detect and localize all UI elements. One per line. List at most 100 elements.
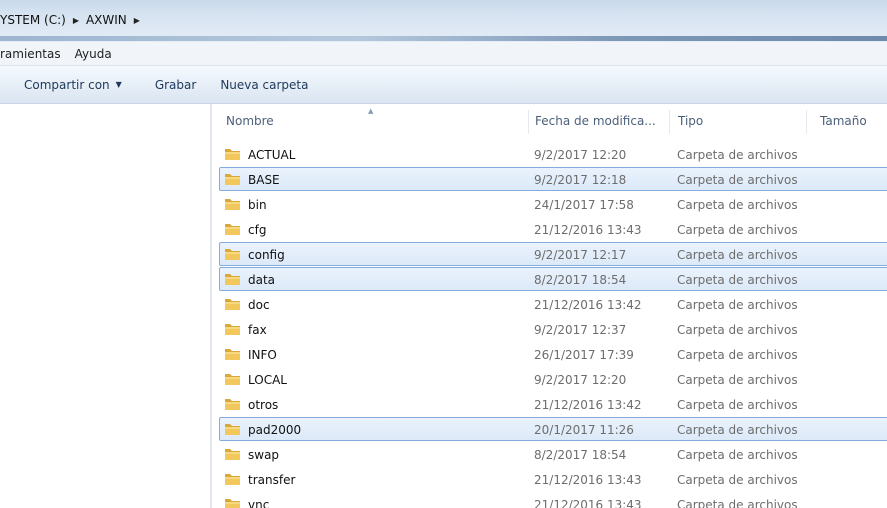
file-row[interactable]: INFO 26/1/2017 17:39 Carpeta de archivos	[219, 342, 887, 366]
folder-icon	[224, 472, 241, 486]
file-name: otros	[248, 398, 279, 412]
folder-icon	[224, 447, 241, 461]
folder-icon	[224, 297, 241, 311]
burn-button[interactable]: Grabar	[155, 78, 197, 92]
file-date: 9/2/2017 12:17	[534, 248, 627, 262]
breadcrumb-chevron-icon[interactable]: ▶	[134, 16, 140, 25]
column-header-date[interactable]: Fecha de modifica...	[535, 114, 656, 128]
file-type: Carpeta de archivos	[677, 348, 798, 362]
file-row[interactable]: swap 8/2/2017 18:54 Carpeta de archivos	[219, 442, 887, 466]
file-row[interactable]: config 9/2/2017 12:17 Carpeta de archivos	[219, 242, 887, 266]
share-with-label: Compartir con	[24, 77, 110, 92]
file-row[interactable]: LOCAL 9/2/2017 12:20 Carpeta de archivos	[219, 367, 887, 391]
file-name: swap	[248, 448, 280, 462]
breadcrumb-chevron-icon[interactable]: ▶	[73, 16, 79, 25]
chevron-down-icon: ▼	[115, 80, 122, 89]
file-date: 9/2/2017 12:20	[534, 148, 627, 162]
file-date: 8/2/2017 18:54	[534, 273, 627, 287]
file-name: pad2000	[248, 423, 302, 437]
file-name: cfg	[248, 223, 267, 237]
file-type: Carpeta de archivos	[677, 148, 798, 162]
file-type: Carpeta de archivos	[677, 498, 798, 508]
file-date: 20/1/2017 11:26	[534, 423, 634, 437]
folder-icon	[224, 172, 241, 186]
file-date: 21/12/2016 13:43	[534, 473, 642, 487]
file-type: Carpeta de archivos	[677, 373, 798, 387]
sort-ascending-icon: ▲	[368, 107, 374, 115]
folder-icon	[224, 347, 241, 361]
file-date: 9/2/2017 12:37	[534, 323, 627, 337]
file-row[interactable]: doc 21/12/2016 13:42 Carpeta de archivos	[219, 292, 887, 316]
file-name: config	[248, 248, 285, 262]
file-row[interactable]: bin 24/1/2017 17:58 Carpeta de archivos	[219, 192, 887, 216]
file-name: transfer	[248, 473, 296, 487]
file-name: fax	[248, 323, 267, 337]
menu-bar: ramientas Ayuda	[0, 42, 887, 66]
file-type: Carpeta de archivos	[677, 423, 798, 437]
folder-icon	[224, 272, 241, 286]
file-row[interactable]: otros 21/12/2016 13:42 Carpeta de archivos	[219, 392, 887, 416]
column-header-type[interactable]: Tipo	[678, 114, 703, 128]
file-date: 24/1/2017 17:58	[534, 198, 634, 212]
file-type: Carpeta de archivos	[677, 223, 798, 237]
address-bar: YSTEM (C:) ▶ AXWIN ▶	[0, 0, 887, 42]
breadcrumb: YSTEM (C:) ▶ AXWIN ▶	[0, 10, 147, 30]
column-headers: ▲ Nombre Fecha de modifica... Tipo Tamañ…	[212, 104, 887, 138]
file-date: 21/12/2016 13:43	[534, 223, 642, 237]
breadcrumb-item-axwin[interactable]: AXWIN	[86, 13, 127, 27]
file-type: Carpeta de archivos	[677, 248, 798, 262]
file-row[interactable]: transfer 21/12/2016 13:43 Carpeta de archi…	[219, 467, 887, 491]
file-type: Carpeta de archivos	[677, 298, 798, 312]
column-header-name[interactable]: Nombre	[226, 114, 274, 128]
file-date: 26/1/2017 17:39	[534, 348, 634, 362]
file-row[interactable]: cfg 21/12/2016 13:43 Carpeta de archivos	[219, 217, 887, 241]
file-name: LOCAL	[248, 373, 287, 387]
file-type: Carpeta de archivos	[677, 448, 798, 462]
column-divider[interactable]	[528, 110, 529, 134]
file-type: Carpeta de archivos	[677, 173, 798, 187]
file-name: bin	[248, 198, 267, 212]
breadcrumb-item-system-drive[interactable]: YSTEM (C:)	[0, 13, 66, 27]
file-date: 21/12/2016 13:42	[534, 298, 642, 312]
file-type: Carpeta de archivos	[677, 473, 798, 487]
file-type: Carpeta de archivos	[677, 323, 798, 337]
file-row[interactable]: BASE 9/2/2017 12:18 Carpeta de archivos	[219, 167, 887, 191]
file-date: 9/2/2017 12:18	[534, 173, 627, 187]
file-date: 21/12/2016 13:43	[534, 498, 642, 508]
folder-icon	[224, 197, 241, 211]
share-with-button[interactable]: Compartir con ▼	[24, 78, 122, 92]
file-type: Carpeta de archivos	[677, 398, 798, 412]
file-date: 9/2/2017 12:20	[534, 373, 627, 387]
file-date: 8/2/2017 18:54	[534, 448, 627, 462]
command-toolbar: Compartir con ▼ Grabar Nueva carpeta	[0, 66, 887, 104]
file-name: vnc	[248, 498, 270, 508]
file-row[interactable]: vnc 21/12/2016 13:43 Carpeta de archivos	[219, 492, 887, 508]
file-row[interactable]: data 8/2/2017 18:54 Carpeta de archivos	[219, 267, 887, 291]
file-type: Carpeta de archivos	[677, 198, 798, 212]
folder-icon	[224, 397, 241, 411]
column-divider[interactable]	[669, 110, 670, 134]
file-type: Carpeta de archivos	[677, 273, 798, 287]
folder-icon	[224, 322, 241, 336]
file-name: doc	[248, 298, 270, 312]
folder-icon	[224, 222, 241, 236]
file-date: 21/12/2016 13:42	[534, 398, 642, 412]
file-row[interactable]: fax 9/2/2017 12:37 Carpeta de archivos	[219, 317, 887, 341]
menu-item-herramientas[interactable]: ramientas	[0, 47, 61, 61]
folder-icon	[224, 497, 241, 508]
folder-icon	[224, 372, 241, 386]
new-folder-label: Nueva carpeta	[220, 77, 309, 92]
file-name: data	[248, 273, 276, 287]
menu-item-ayuda[interactable]: Ayuda	[75, 47, 112, 61]
file-row[interactable]: pad2000 20/1/2017 11:26 Carpeta de archivo…	[219, 417, 887, 441]
folder-icon	[224, 147, 241, 161]
file-name: ACTUAL	[248, 148, 296, 162]
file-row[interactable]: ACTUAL 9/2/2017 12:20 Carpeta de archivos	[219, 142, 887, 166]
file-name: INFO	[248, 348, 277, 362]
column-header-size[interactable]: Tamaño	[820, 114, 867, 128]
column-divider[interactable]	[806, 110, 807, 134]
new-folder-button[interactable]: Nueva carpeta	[220, 78, 308, 92]
folder-icon	[224, 247, 241, 261]
navigation-pane[interactable]	[0, 104, 211, 508]
file-list[interactable]: ▲ Nombre Fecha de modifica... Tipo Tamañ…	[212, 104, 887, 508]
